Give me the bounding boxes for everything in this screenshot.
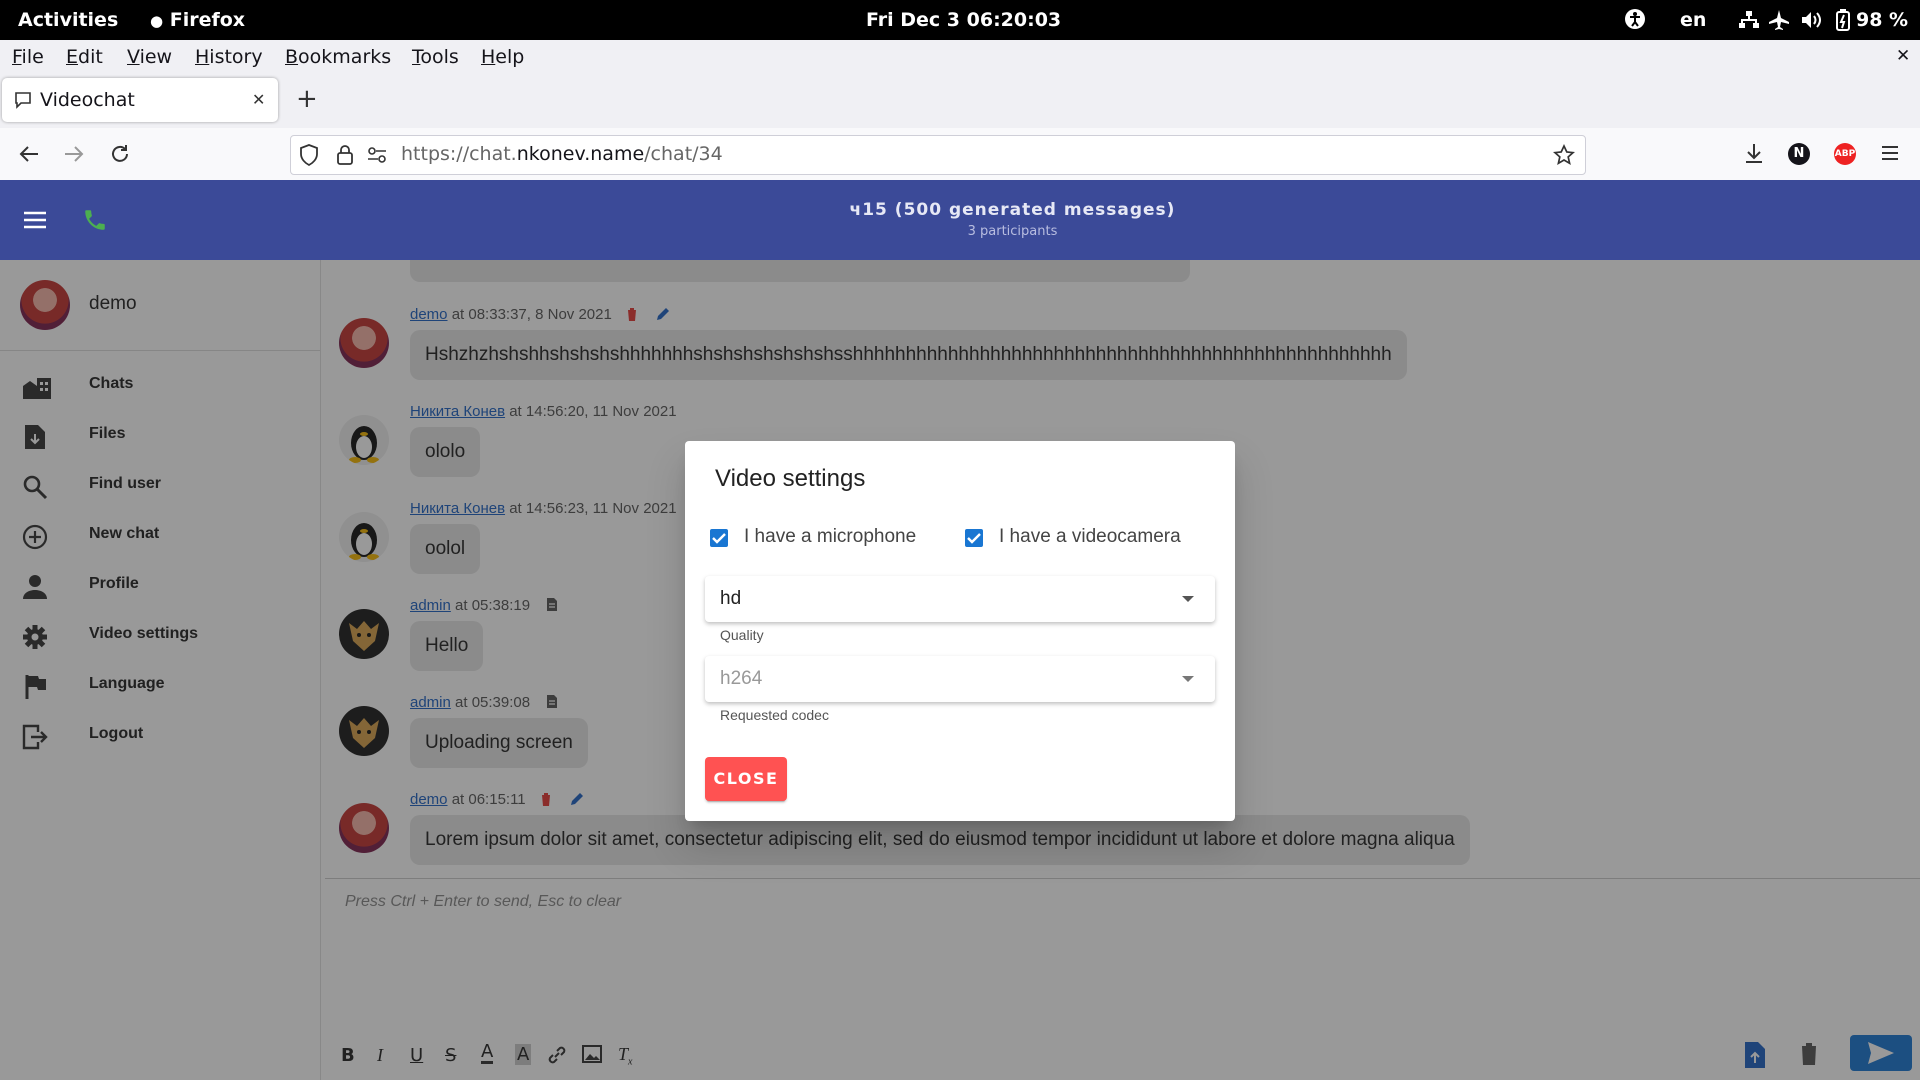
quality-selected-value: hd	[720, 588, 742, 609]
extension-n-icon[interactable]: N	[1788, 143, 1810, 165]
new-tab-icon[interactable]: +	[296, 84, 318, 114]
tab-strip: Videochat ✕ +	[0, 74, 1920, 128]
codec-select[interactable]: h264	[705, 656, 1215, 702]
lock-icon[interactable]	[337, 144, 353, 166]
activities-button[interactable]: Activities	[18, 9, 118, 31]
firefox-menubar: File Edit View History Bookmarks Tools H…	[0, 40, 1920, 74]
menu-history[interactable]: History	[195, 46, 263, 68]
menu-bookmarks[interactable]: Bookmarks	[285, 46, 391, 68]
volume-icon[interactable]	[1800, 10, 1822, 30]
videocamera-checkbox-row[interactable]: I have a videocamera	[965, 526, 1215, 556]
video-settings-dialog: Video settings I have a microphone I hav…	[685, 441, 1235, 821]
videocamera-checkbox[interactable]	[965, 529, 983, 547]
language-indicator[interactable]: en	[1680, 9, 1706, 31]
menu-tools[interactable]: Tools	[412, 46, 459, 68]
chevron-down-icon	[1181, 675, 1195, 683]
airplane-mode-icon[interactable]	[1768, 9, 1790, 31]
downloads-icon[interactable]	[1743, 142, 1765, 164]
menu-view[interactable]: View	[127, 46, 172, 68]
chat-title[interactable]: ч15 (500 generated messages)	[0, 200, 1920, 220]
accessibility-icon[interactable]	[1624, 8, 1646, 30]
dialog-title: Video settings	[715, 465, 866, 492]
network-icon[interactable]	[1738, 10, 1760, 30]
videocamera-label[interactable]: I have a videocamera	[999, 526, 1181, 548]
participants-count[interactable]: 3 participants	[0, 224, 1920, 239]
codec-hint: Requested codec	[720, 707, 829, 723]
battery-percentage: 98 %	[1856, 9, 1909, 31]
chat-bubble-icon	[14, 91, 32, 109]
menu-edit[interactable]: Edit	[66, 46, 103, 68]
firefox-app-icon: ●	[150, 12, 164, 30]
microphone-checkbox[interactable]	[710, 529, 728, 547]
back-icon[interactable]	[18, 143, 40, 165]
adblock-plus-icon[interactable]: ABP	[1834, 143, 1856, 165]
navigation-toolbar: https://chat.nkonev.name/chat/34 N ABP	[0, 128, 1920, 181]
tab-videochat[interactable]: Videochat ✕	[2, 78, 278, 122]
system-top-bar: Activities ● Firefox Fri Dec 3 06:20:03 …	[0, 0, 1920, 40]
chevron-down-icon	[1181, 595, 1195, 603]
shield-icon[interactable]	[299, 144, 319, 166]
battery-icon[interactable]	[1836, 9, 1850, 31]
window-close-icon[interactable]: ✕	[1896, 46, 1910, 66]
forward-icon[interactable]	[63, 143, 85, 165]
quality-select[interactable]: hd	[705, 576, 1215, 622]
url-bar[interactable]: https://chat.nkonev.name/chat/34	[290, 135, 1586, 175]
tab-title: Videochat	[40, 89, 135, 111]
reload-icon[interactable]	[109, 143, 131, 165]
clock[interactable]: Fri Dec 3 06:20:03	[866, 9, 1061, 31]
permissions-icon[interactable]	[367, 146, 387, 164]
close-button[interactable]: CLOSE	[705, 757, 787, 801]
microphone-label[interactable]: I have a microphone	[744, 526, 916, 548]
menu-file[interactable]: File	[12, 46, 44, 68]
url-text[interactable]: https://chat.nkonev.name/chat/34	[401, 143, 723, 165]
codec-selected-value: h264	[720, 668, 763, 689]
quality-hint: Quality	[720, 627, 764, 643]
app-header: ч15 (500 generated messages) 3 participa…	[0, 180, 1920, 260]
bookmark-star-icon[interactable]	[1553, 144, 1575, 166]
hamburger-menu-icon[interactable]	[1880, 143, 1900, 163]
microphone-checkbox-row[interactable]: I have a microphone	[710, 526, 945, 556]
tab-close-icon[interactable]: ✕	[252, 90, 265, 109]
menu-help[interactable]: Help	[481, 46, 524, 68]
app-menu[interactable]: ● Firefox	[150, 9, 245, 31]
